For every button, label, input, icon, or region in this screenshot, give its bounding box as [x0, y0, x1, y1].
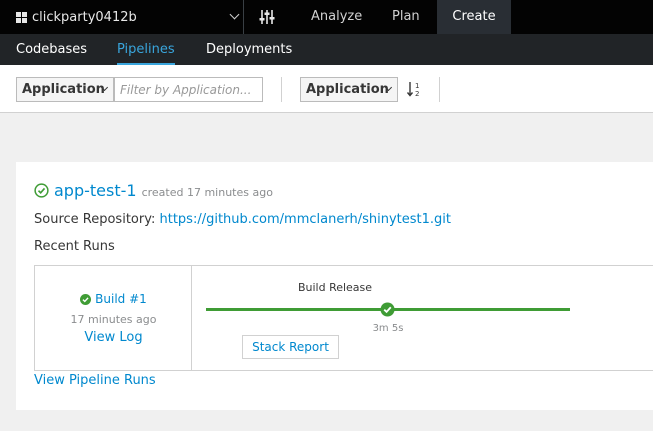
nav-plan[interactable]: Plan: [392, 0, 420, 34]
build-row: Build #1: [35, 292, 192, 306]
settings-sliders-icon[interactable]: [259, 9, 275, 25]
filter-field-label: Application: [22, 82, 105, 97]
grid-icon: [16, 11, 27, 23]
stage-duration: 3m 5s: [372, 323, 404, 334]
sort-alpha-icon[interactable]: 1 2: [406, 81, 422, 97]
filter-toolbar: Application Application 1 2: [0, 65, 653, 113]
stack-report-button[interactable]: Stack Report: [242, 335, 339, 359]
sort-field-label: Application: [306, 82, 389, 97]
svg-text:1: 1: [415, 82, 419, 90]
recent-runs-panel: Build #1 17 minutes ago View Log Build R…: [34, 265, 653, 371]
build-time: 17 minutes ago: [70, 313, 157, 326]
source-repository-label: Source Repository:: [34, 212, 156, 227]
toolbar-divider: [281, 77, 282, 102]
stage-name: Build Release: [297, 281, 373, 294]
stage-success-icon: [380, 302, 395, 317]
success-check-icon: [34, 183, 49, 198]
project-name: clickparty0412b: [32, 9, 137, 25]
toolbar-divider: [439, 77, 440, 102]
source-repository-row: Source Repository: https://github.com/mm…: [34, 212, 451, 227]
tab-codebases[interactable]: Codebases: [16, 34, 87, 65]
project-switcher[interactable]: clickparty0412b: [0, 0, 244, 34]
pipeline-name-link[interactable]: app-test-1: [54, 181, 137, 200]
pipeline-created-time: created 17 minutes ago: [141, 186, 273, 199]
filter-field-select[interactable]: Application: [16, 77, 114, 102]
chevron-down-icon: [229, 9, 240, 20]
filter-input[interactable]: [114, 77, 263, 102]
sort-field-select[interactable]: Application: [300, 77, 398, 102]
success-check-icon: [80, 293, 92, 305]
tab-deployments[interactable]: Deployments: [206, 34, 292, 65]
secondary-nav-bar: Codebases Pipelines Deployments: [0, 34, 653, 65]
pipeline-title-row: app-test-1 created 17 minutes ago: [34, 181, 273, 200]
pipeline-card: app-test-1 created 17 minutes ago Source…: [16, 162, 653, 410]
recent-runs-heading: Recent Runs: [34, 239, 115, 254]
source-repository-link[interactable]: https://github.com/mmclanerh/shinytest1.…: [159, 212, 450, 227]
nav-analyze[interactable]: Analyze: [311, 0, 362, 34]
top-nav-bar: clickparty0412b Analyze Plan Create: [0, 0, 653, 34]
svg-text:2: 2: [415, 90, 419, 97]
build-link[interactable]: Build #1: [95, 292, 147, 306]
view-log-link[interactable]: View Log: [35, 330, 192, 345]
nav-create[interactable]: Create: [437, 0, 511, 34]
view-pipeline-runs-link[interactable]: View Pipeline Runs: [34, 373, 156, 388]
build-summary: Build #1 17 minutes ago View Log: [35, 266, 192, 370]
tab-pipelines[interactable]: Pipelines: [117, 34, 175, 65]
